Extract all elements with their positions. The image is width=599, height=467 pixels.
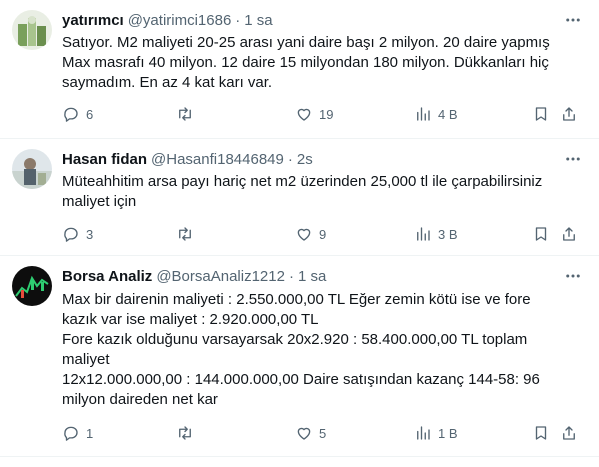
bookmark-icon bbox=[535, 227, 547, 241]
tweet-header: Borsa Analiz @BorsaAnaliz1212 · 1 sa bbox=[62, 266, 326, 286]
more-horizontal-icon bbox=[566, 274, 580, 278]
avatar[interactable] bbox=[12, 10, 52, 50]
heart-icon bbox=[297, 427, 311, 440]
like-count: 5 bbox=[319, 425, 327, 441]
share-icon bbox=[563, 107, 575, 121]
share-button[interactable] bbox=[560, 423, 578, 443]
action-bar: 3 9 3 B bbox=[62, 224, 584, 244]
tweet-text-line: milyon daireden net kar bbox=[62, 391, 218, 408]
heart-icon bbox=[297, 228, 311, 241]
retweet-button[interactable] bbox=[176, 224, 200, 244]
reply-icon bbox=[64, 426, 78, 441]
retweet-button[interactable] bbox=[176, 423, 200, 443]
bookmark-button[interactable] bbox=[532, 423, 550, 443]
like-count: 19 bbox=[319, 106, 334, 122]
reply-icon bbox=[64, 227, 78, 242]
more-horizontal-icon bbox=[566, 18, 580, 22]
tweet-text-line: kazık var ise maliyet : 2.920.000,00 TL bbox=[62, 311, 319, 328]
reply-icon bbox=[64, 107, 78, 122]
views-chart-icon bbox=[417, 426, 430, 440]
author-name[interactable]: Borsa Analiz bbox=[62, 268, 152, 285]
separator-dot: · bbox=[235, 11, 241, 29]
bookmark-icon bbox=[535, 107, 547, 121]
views-button[interactable]: 1 B bbox=[414, 423, 458, 443]
author-handle[interactable]: @Hasanfi18446849 bbox=[151, 151, 284, 168]
bookmark-button[interactable] bbox=[532, 104, 550, 124]
views-chart-icon bbox=[417, 227, 430, 241]
share-icon bbox=[563, 426, 575, 440]
reply-button[interactable]: 1 bbox=[62, 423, 93, 443]
separator-dot: · bbox=[288, 267, 294, 285]
tweet-text-line: Max bir dairenin maliyeti : 2.550.000,00… bbox=[62, 291, 531, 308]
views-chart-icon bbox=[417, 107, 430, 121]
tweet-text-line: Müteahhitim arsa payı hariç net m2 üzeri… bbox=[62, 173, 543, 190]
tweet-text-line: saymadım. En az 4 kat karı var. bbox=[62, 74, 273, 91]
retweet-icon bbox=[179, 426, 191, 440]
tweet-text-line: maliyet için bbox=[62, 193, 137, 210]
avatar[interactable] bbox=[12, 149, 52, 189]
more-button[interactable] bbox=[561, 10, 585, 30]
heart-icon bbox=[297, 108, 311, 121]
share-button[interactable] bbox=[560, 104, 578, 124]
timestamp[interactable]: 2s bbox=[297, 151, 313, 168]
tweet-text: Satıyor. M2 maliyeti 20-25 arası yani da… bbox=[62, 33, 582, 93]
views-button[interactable]: 3 B bbox=[414, 224, 458, 244]
views-count: 3 B bbox=[438, 226, 458, 242]
views-button[interactable]: 4 B bbox=[414, 104, 458, 124]
action-bar: 6 19 4 B bbox=[62, 104, 584, 124]
author-handle[interactable]: @BorsaAnaliz1212 bbox=[156, 268, 285, 285]
avatar[interactable] bbox=[12, 266, 52, 306]
views-count: 1 B bbox=[438, 425, 458, 441]
reply-count: 1 bbox=[86, 425, 94, 441]
tweet-header: yatırımcı @yatirimci1686 · 1 sa bbox=[62, 10, 273, 30]
action-bar: 1 5 1 B bbox=[62, 423, 584, 443]
tweet-text-line: Satıyor. M2 maliyeti 20-25 arası yani da… bbox=[62, 34, 550, 51]
tweet-feed: yatırımcı @yatirimci1686 · 1 sa Satıyor.… bbox=[0, 0, 599, 467]
retweet-button[interactable] bbox=[176, 104, 200, 124]
more-button[interactable] bbox=[561, 266, 585, 286]
like-button[interactable]: 9 bbox=[295, 224, 326, 244]
author-name[interactable]: Hasan fidan bbox=[62, 151, 147, 168]
retweet-icon bbox=[179, 227, 191, 241]
like-button[interactable]: 19 bbox=[295, 104, 333, 124]
like-count: 9 bbox=[319, 226, 327, 242]
tweet-3[interactable]: Borsa Analiz @BorsaAnaliz1212 · 1 sa Max… bbox=[0, 256, 599, 456]
share-icon bbox=[563, 227, 575, 241]
author-handle[interactable]: @yatirimci1686 bbox=[128, 12, 232, 29]
reply-button[interactable]: 3 bbox=[62, 224, 93, 244]
tweet-text: Müteahhitim arsa payı hariç net m2 üzeri… bbox=[62, 172, 582, 212]
separator-dot: · bbox=[287, 150, 293, 168]
bookmark-button[interactable] bbox=[532, 224, 550, 244]
like-button[interactable]: 5 bbox=[295, 423, 326, 443]
bookmark-icon bbox=[535, 426, 547, 440]
author-name[interactable]: yatırımcı bbox=[62, 12, 124, 29]
tweet-1[interactable]: yatırımcı @yatirimci1686 · 1 sa Satıyor.… bbox=[0, 0, 599, 138]
views-count: 4 B bbox=[438, 106, 458, 122]
tweet-text-line: 12x12.000.000,00 : 144.000.000,00 Daire … bbox=[62, 371, 540, 388]
tweet-text-line: Max masrafı 40 milyon. 12 daire 15 milyo… bbox=[62, 54, 549, 71]
more-button[interactable] bbox=[561, 149, 585, 169]
tweet-text-line: Fore kazık olduğunu varsayarsak 20x2.920… bbox=[62, 331, 528, 348]
reply-button[interactable]: 6 bbox=[62, 104, 93, 124]
tweet-header: Hasan fidan @Hasanfi18446849 · 2s bbox=[62, 149, 313, 169]
timestamp[interactable]: 1 sa bbox=[244, 12, 272, 29]
more-horizontal-icon bbox=[566, 157, 580, 161]
retweet-icon bbox=[179, 107, 191, 121]
reply-count: 3 bbox=[86, 226, 94, 242]
tweet-divider bbox=[0, 456, 599, 457]
share-button[interactable] bbox=[560, 224, 578, 244]
tweet-text: Max bir dairenin maliyeti : 2.550.000,00… bbox=[62, 290, 582, 410]
timestamp[interactable]: 1 sa bbox=[298, 268, 326, 285]
tweet-2[interactable]: Hasan fidan @Hasanfi18446849 · 2s Müteah… bbox=[0, 139, 599, 255]
reply-count: 6 bbox=[86, 106, 94, 122]
tweet-text-line: maliyet bbox=[62, 351, 110, 368]
